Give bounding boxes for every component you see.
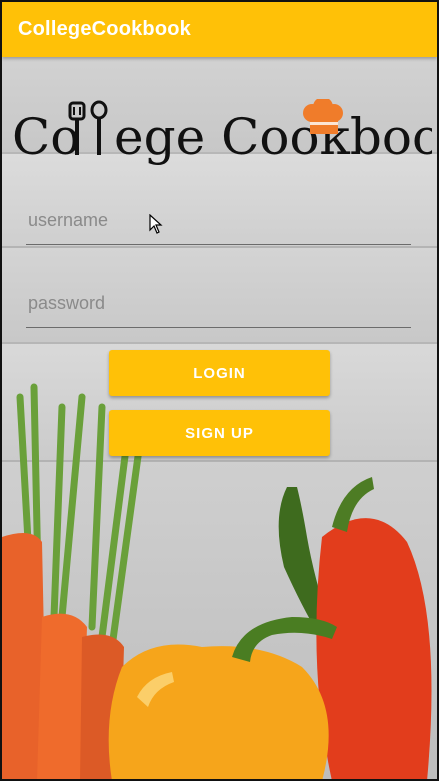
app-title: CollegeCookbook [18,18,192,40]
login-screen: Co ege Cookbook [2,57,437,779]
ladle-icon [90,100,108,155]
logo-text-part2: ege Cookbook [114,108,432,166]
red-pepper [316,518,432,779]
college-cookbook-logo: Co ege Cookbook [12,99,432,166]
app-bar: CollegeCookbook [2,2,437,57]
login-button[interactable]: LOGIN [109,350,330,396]
plank-seam [2,246,437,248]
yellow-pepper [108,644,329,779]
app-window: CollegeCookbook Co ege Cookbook [0,0,439,781]
username-field[interactable] [26,197,411,245]
plank-seam [2,342,437,344]
mouse-cursor-icon [149,214,163,234]
carrot [37,613,87,779]
password-field[interactable] [26,280,411,328]
sign-up-button[interactable]: SIGN UP [109,410,330,456]
